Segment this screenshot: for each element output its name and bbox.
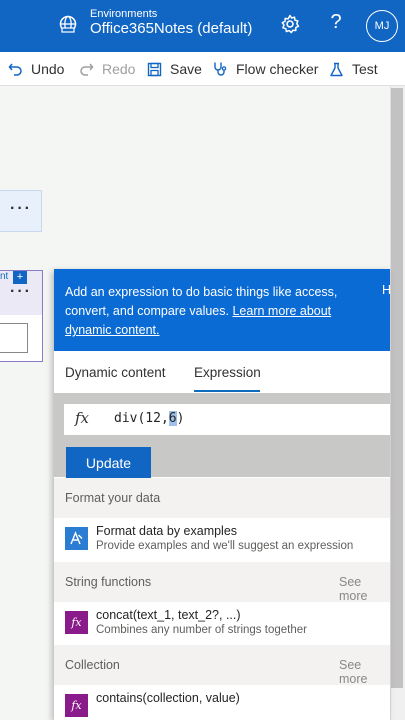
card-menu-icon[interactable]: ··· xyxy=(10,283,32,301)
section-header-format-data: Format your data xyxy=(54,478,390,518)
tab-expression[interactable]: Expression xyxy=(194,365,261,380)
item-title: contains(collection, value) xyxy=(96,691,240,705)
item-title: Format data by examples xyxy=(96,524,238,538)
add-content-icon[interactable]: + xyxy=(13,271,27,284)
item-title: concat(text_1, text_2?, ...) xyxy=(96,608,241,622)
expression-text-start: div(12, xyxy=(114,411,169,426)
see-more-link[interactable]: See more xyxy=(339,658,390,686)
expression-text-end: ) xyxy=(176,411,185,426)
save-icon xyxy=(147,62,162,76)
flask-icon xyxy=(330,62,343,76)
list-item-contains[interactable]: fx contains(collection, value) xyxy=(54,685,390,720)
function-icon: fx xyxy=(65,611,88,634)
top-bar: Environments Office365Notes (default) ? … xyxy=(0,0,405,52)
expression-selection: 6 xyxy=(168,411,177,426)
see-more-link[interactable]: See more xyxy=(339,575,390,603)
add-dynamic-content-link[interactable]: nt xyxy=(0,271,8,282)
expression-editor-area: fx div(12,6) Update xyxy=(54,393,390,478)
save-label: Save xyxy=(170,61,202,77)
section-title: Collection xyxy=(65,658,120,672)
test-label: Test xyxy=(352,61,378,77)
redo-label: Redo xyxy=(102,61,136,77)
function-icon: fx xyxy=(65,694,88,717)
test-button[interactable]: Test xyxy=(329,52,378,86)
vertical-scrollbar-thumb[interactable] xyxy=(391,88,403,688)
redo-button[interactable]: Redo xyxy=(79,52,135,86)
save-button[interactable]: Save xyxy=(147,52,202,86)
list-item-format-data-by-examples[interactable]: Format data by examples Provide examples… xyxy=(54,518,390,562)
undo-button[interactable]: Undo xyxy=(8,52,64,86)
card-menu-icon[interactable]: ··· xyxy=(10,200,32,218)
undo-label: Undo xyxy=(31,61,65,77)
dynamic-content-panel: Add an expression to do basic things lik… xyxy=(54,269,391,720)
flow-checker-button[interactable]: Flow checker xyxy=(212,52,318,86)
redo-icon xyxy=(80,63,94,76)
section-header-collection: Collection See more xyxy=(54,645,390,686)
help-icon[interactable]: ? xyxy=(328,11,344,34)
avatar[interactable]: MJ xyxy=(366,10,398,42)
fx-icon: fx xyxy=(75,409,90,427)
stethoscope-icon xyxy=(214,62,227,76)
expression-input[interactable]: fx div(12,6) xyxy=(64,404,390,435)
hide-banner-link[interactable]: H xyxy=(382,283,391,297)
active-tab-indicator xyxy=(194,390,260,392)
item-description: Provide examples and we'll suggest an ex… xyxy=(96,540,354,552)
undo-icon xyxy=(8,63,22,76)
gear-icon[interactable] xyxy=(279,13,301,35)
banner-text: Add an expression to do basic things lik… xyxy=(65,283,370,340)
section-header-string-functions: String functions See more xyxy=(54,562,390,603)
action-card-collapsed[interactable]: ··· xyxy=(0,190,42,232)
action-card-input[interactable] xyxy=(0,323,28,353)
update-button[interactable]: Update xyxy=(66,447,151,478)
tab-dynamic-content[interactable]: Dynamic content xyxy=(65,365,166,380)
list-item-concat[interactable]: fx concat(text_1, text_2?, ...) Combines… xyxy=(54,602,390,646)
environment-caption: Environments xyxy=(90,8,158,20)
item-description: Combines any number of strings together xyxy=(96,624,307,636)
format-data-icon xyxy=(65,527,88,550)
info-banner: Add an expression to do basic things lik… xyxy=(54,269,391,351)
section-title: String functions xyxy=(65,575,152,589)
flow-checker-label: Flow checker xyxy=(236,61,319,77)
environment-icon[interactable] xyxy=(58,14,78,34)
command-bar: Undo Redo Save Flow checker Test xyxy=(0,52,405,86)
section-title: Format your data xyxy=(65,491,161,505)
expression-text[interactable]: div(12,6) xyxy=(114,411,184,426)
environment-name[interactable]: Office365Notes (default) xyxy=(90,20,252,37)
